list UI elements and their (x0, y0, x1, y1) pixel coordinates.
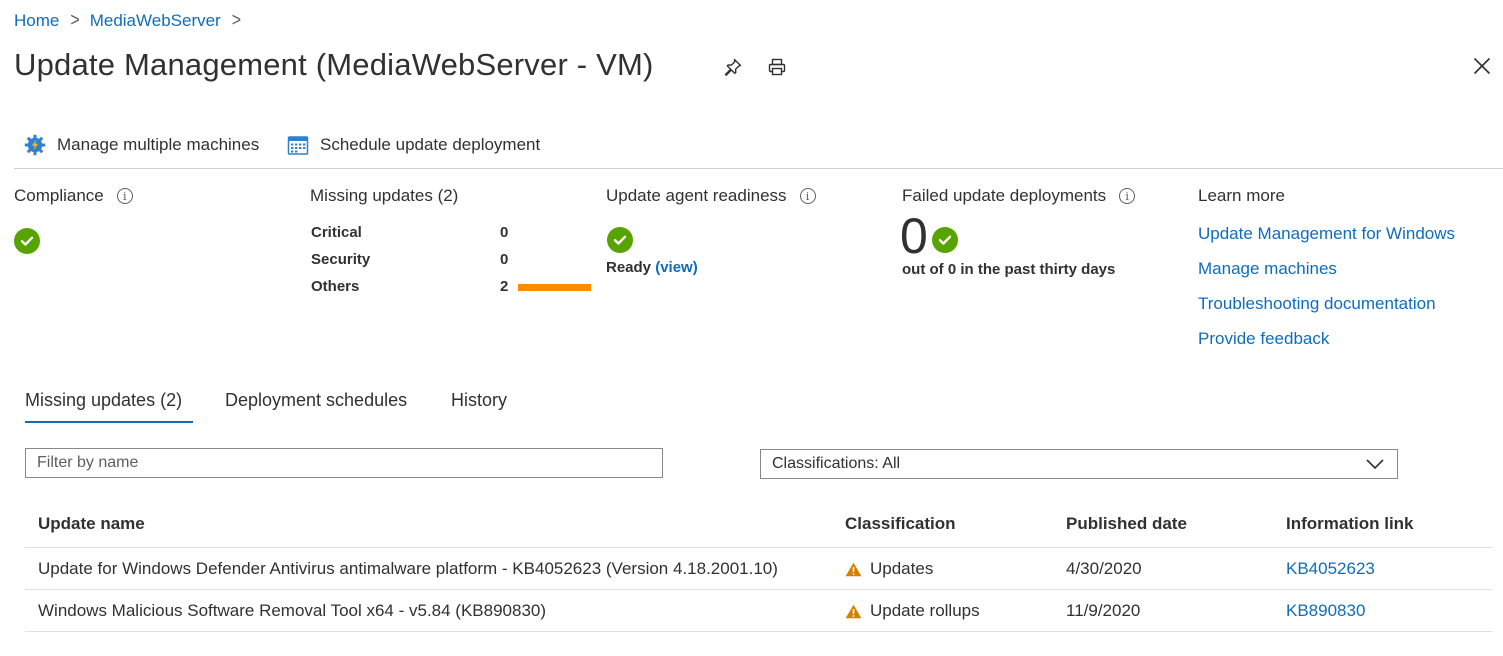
missing-others-bar (518, 284, 591, 291)
learn-link-update-management[interactable]: Update Management for Windows (1198, 224, 1455, 244)
missing-critical-label: Critical (311, 223, 362, 241)
manage-multiple-machines-label: Manage multiple machines (57, 135, 260, 154)
missing-critical-value: 0 (500, 223, 509, 241)
print-icon (768, 58, 786, 76)
breadcrumb-home-link[interactable]: Home (14, 11, 59, 31)
missing-others-label: Others (311, 277, 360, 295)
breadcrumb-separator: > (231, 10, 242, 31)
compliance-label: Compliance (14, 186, 104, 205)
breadcrumb: Home > MediaWebServer > (14, 10, 251, 32)
info-icon[interactable]: i (116, 188, 133, 204)
agent-view-link[interactable]: (view) (655, 259, 698, 276)
gear-lightning-icon (23, 133, 47, 157)
check-circle-icon (607, 227, 633, 253)
info-icon[interactable]: i (799, 188, 816, 204)
column-header-published-date[interactable]: Published date (1066, 514, 1187, 534)
update-name-cell[interactable]: Windows Malicious Software Removal Tool … (38, 601, 546, 621)
agent-readiness-title: Update agent readiness i (606, 186, 816, 206)
check-circle-icon (14, 228, 40, 254)
check-circle-icon (932, 227, 958, 253)
missing-others-value: 2 (500, 277, 509, 295)
learn-link-troubleshooting[interactable]: Troubleshooting documentation (1198, 294, 1436, 314)
learn-link-manage-machines[interactable]: Manage machines (1198, 259, 1337, 279)
column-header-information-link[interactable]: Information link (1286, 514, 1414, 534)
print-button[interactable] (763, 53, 791, 81)
missing-security-row: Security 0 (311, 249, 517, 269)
info-icon[interactable]: i (1119, 188, 1136, 204)
agent-ready-text: Ready (606, 259, 652, 276)
published-date-cell: 11/9/2020 (1066, 601, 1141, 620)
learn-more-title: Learn more (1198, 186, 1285, 205)
classification-cell: Update rollups (845, 601, 980, 621)
column-header-update-name[interactable]: Update name (38, 514, 145, 534)
missing-critical-row: Critical 0 (311, 222, 517, 242)
learn-link-feedback[interactable]: Provide feedback (1198, 329, 1329, 349)
calendar-icon (286, 133, 310, 157)
table-divider (25, 631, 1493, 632)
warning-icon (845, 562, 862, 576)
tab-deployment-schedules[interactable]: Deployment schedules (225, 390, 407, 414)
information-link[interactable]: KB4052623 (1286, 559, 1375, 579)
pin-icon (724, 58, 742, 76)
column-header-classification[interactable]: Classification (845, 514, 956, 534)
close-button[interactable] (1468, 52, 1496, 80)
schedule-update-deployment-button[interactable]: Schedule update deployment (286, 131, 540, 159)
failed-description: out of 0 in the past thirty days (902, 261, 1116, 278)
tab-missing-updates[interactable]: Missing updates (2) (25, 390, 182, 414)
agent-readiness-status: Ready (view) (606, 259, 698, 276)
missing-others-row: Others 2 (311, 276, 517, 296)
breadcrumb-separator: > (70, 10, 80, 31)
missing-security-label: Security (311, 250, 371, 268)
manage-multiple-machines-button[interactable]: Manage multiple machines (23, 131, 259, 159)
command-bar-divider (14, 168, 1503, 169)
table-divider (25, 589, 1493, 590)
classification-cell: Updates (845, 559, 933, 579)
breadcrumb-server-link[interactable]: MediaWebServer (90, 11, 221, 31)
classification-text: Updates (870, 559, 934, 578)
classifications-value: Classifications: All (772, 455, 901, 472)
published-date-cell: 4/30/2020 (1066, 559, 1142, 578)
close-icon (1473, 57, 1491, 75)
schedule-update-deployment-label: Schedule update deployment (320, 135, 541, 154)
chevron-down-icon (1366, 459, 1384, 470)
filter-by-name-input[interactable] (25, 448, 663, 478)
page-title: Update Management (MediaWebServer - VM) (14, 47, 654, 82)
classifications-dropdown[interactable]: Classifications: All (760, 449, 1398, 479)
pin-button[interactable] (719, 53, 747, 81)
failed-deployments-title: Failed update deployments i (902, 186, 1136, 206)
classification-text: Update rollups (870, 601, 980, 620)
compliance-title: Compliance i (14, 186, 133, 206)
tab-history[interactable]: History (451, 390, 507, 414)
missing-updates-title: Missing updates (2) (310, 186, 459, 205)
active-tab-indicator (25, 421, 193, 423)
warning-icon (845, 604, 862, 618)
missing-security-value: 0 (500, 250, 509, 268)
update-name-cell[interactable]: Update for Windows Defender Antivirus an… (38, 559, 778, 579)
agent-readiness-label: Update agent readiness (606, 186, 787, 205)
failed-deployments-label: Failed update deployments (902, 186, 1107, 205)
table-divider (25, 547, 1493, 548)
information-link[interactable]: KB890830 (1286, 601, 1365, 621)
failed-count: 0 (900, 208, 928, 264)
